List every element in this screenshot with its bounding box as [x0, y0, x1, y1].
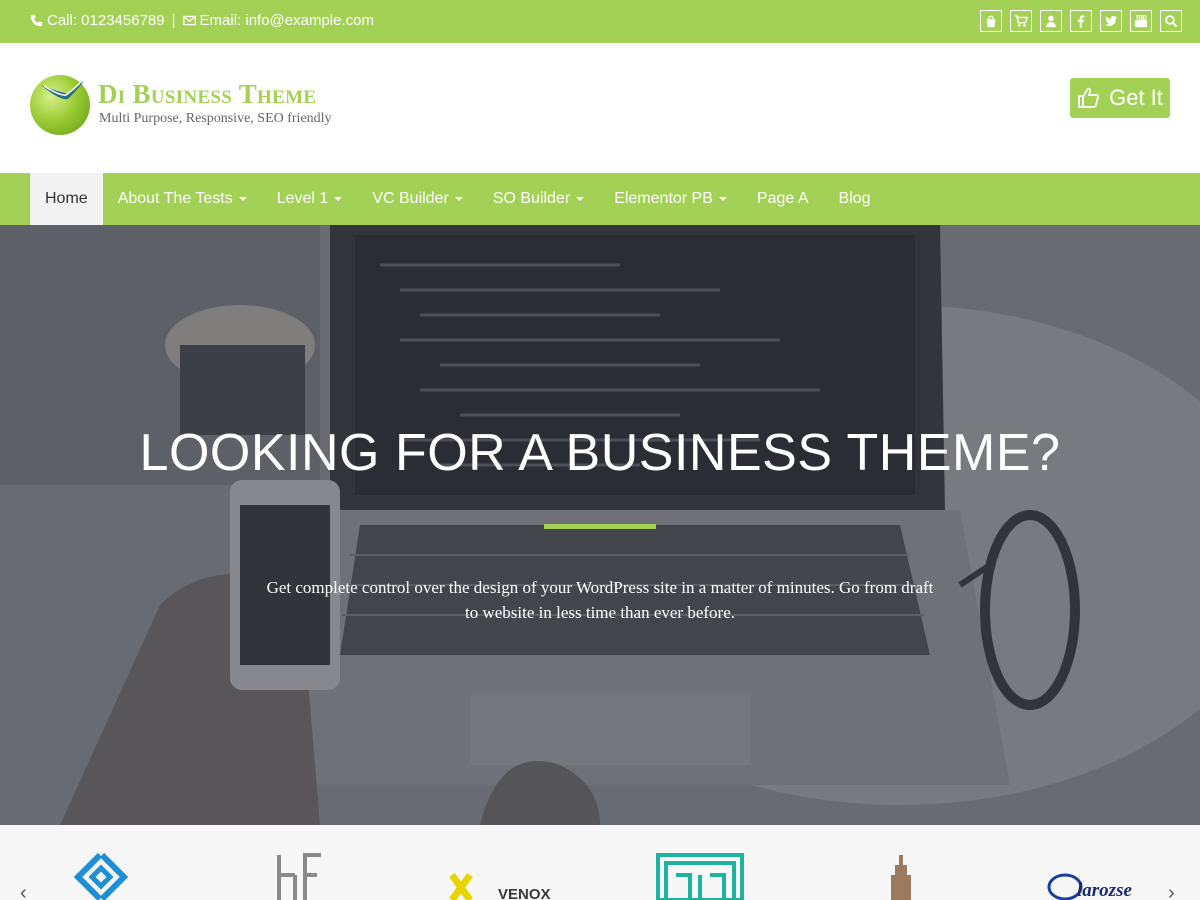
youtube-icon[interactable] — [1130, 10, 1152, 32]
twitter-icon[interactable] — [1100, 10, 1122, 32]
site-title[interactable]: Di Business Theme — [98, 79, 316, 110]
caret-down-icon — [454, 197, 463, 201]
nav-label: Elementor PB — [614, 190, 713, 207]
main-navigation: Home About The Tests Level 1 VC Builder … — [0, 173, 1200, 225]
thumbs-up-icon — [1078, 87, 1099, 108]
caret-down-icon — [718, 197, 727, 201]
phone-text: Call: 0123456789 — [47, 12, 165, 29]
get-it-label: Get It — [1109, 85, 1163, 110]
email-link[interactable]: Email: info@example.com — [200, 12, 374, 29]
nav-item-home[interactable]: Home — [30, 173, 103, 225]
nav-label: SO Builder — [492, 190, 571, 207]
nav-label: Level 1 — [276, 190, 329, 207]
larozse-text: larozse — [1077, 880, 1132, 900]
top-bar-icons — [980, 10, 1182, 32]
caret-down-icon — [576, 197, 585, 201]
client-logo-1[interactable] — [70, 853, 132, 900]
nav-item-level-1[interactable]: Level 1 — [262, 173, 358, 225]
site-header: Di Business Theme Multi Purpose, Respons… — [0, 43, 1200, 173]
site-logo[interactable] — [30, 75, 90, 135]
caret-down-icon — [334, 197, 343, 201]
nav-item-vc-builder[interactable]: VC Builder — [357, 173, 477, 225]
carousel-prev-button[interactable]: ‹ — [20, 882, 27, 900]
nav-label: Home — [45, 190, 88, 207]
hero-title: LOOKING FOR A BUSINESS THEME? — [139, 424, 1061, 482]
top-bar: Call: 0123456789 | Email: info@example.c… — [0, 0, 1200, 43]
client-logos-carousel: ‹ VENOX larozse › — [0, 825, 1200, 900]
caret-down-icon — [238, 197, 247, 201]
client-logo-venox[interactable]: VENOX — [448, 871, 558, 900]
get-it-button[interactable]: Get It — [1070, 78, 1170, 118]
search-icon[interactable] — [1160, 10, 1182, 32]
venox-text: VENOX — [498, 886, 551, 900]
nav-item-about-the-tests[interactable]: About The Tests — [103, 173, 262, 225]
logo-check-icon — [41, 81, 84, 100]
client-logo-5[interactable] — [885, 853, 917, 900]
facebook-icon[interactable] — [1070, 10, 1092, 32]
contact-info: Call: 0123456789 | Email: info@example.c… — [30, 12, 374, 29]
nav-label: About The Tests — [117, 190, 233, 207]
nav-label: Blog — [838, 190, 871, 207]
contact-separator: | — [171, 12, 176, 29]
phone-icon — [30, 14, 43, 27]
nav-item-so-builder[interactable]: SO Builder — [478, 173, 599, 225]
hero-description: Get complete control over the design of … — [266, 578, 934, 622]
hero-divider — [544, 524, 656, 529]
client-logo-4[interactable] — [656, 853, 744, 900]
nav-label: Page A — [756, 190, 809, 207]
nav-item-page-a[interactable]: Page A — [742, 173, 824, 225]
nav-item-blog[interactable]: Blog — [824, 173, 886, 225]
hero-section: LOOKING FOR A BUSINESS THEME? Get comple… — [0, 225, 1200, 825]
nav-item-elementor-pb[interactable]: Elementor PB — [599, 173, 742, 225]
site-tagline: Multi Purpose, Responsive, SEO friendly — [99, 111, 332, 126]
user-icon[interactable] — [1040, 10, 1062, 32]
client-logo-2[interactable] — [275, 853, 325, 900]
envelope-icon — [182, 15, 196, 26]
shopping-bag-icon[interactable] — [980, 10, 1002, 32]
carousel-next-button[interactable]: › — [1168, 882, 1175, 900]
client-logo-larozse[interactable]: larozse — [1045, 869, 1160, 900]
cart-icon[interactable] — [1010, 10, 1032, 32]
nav-label: VC Builder — [372, 190, 449, 207]
